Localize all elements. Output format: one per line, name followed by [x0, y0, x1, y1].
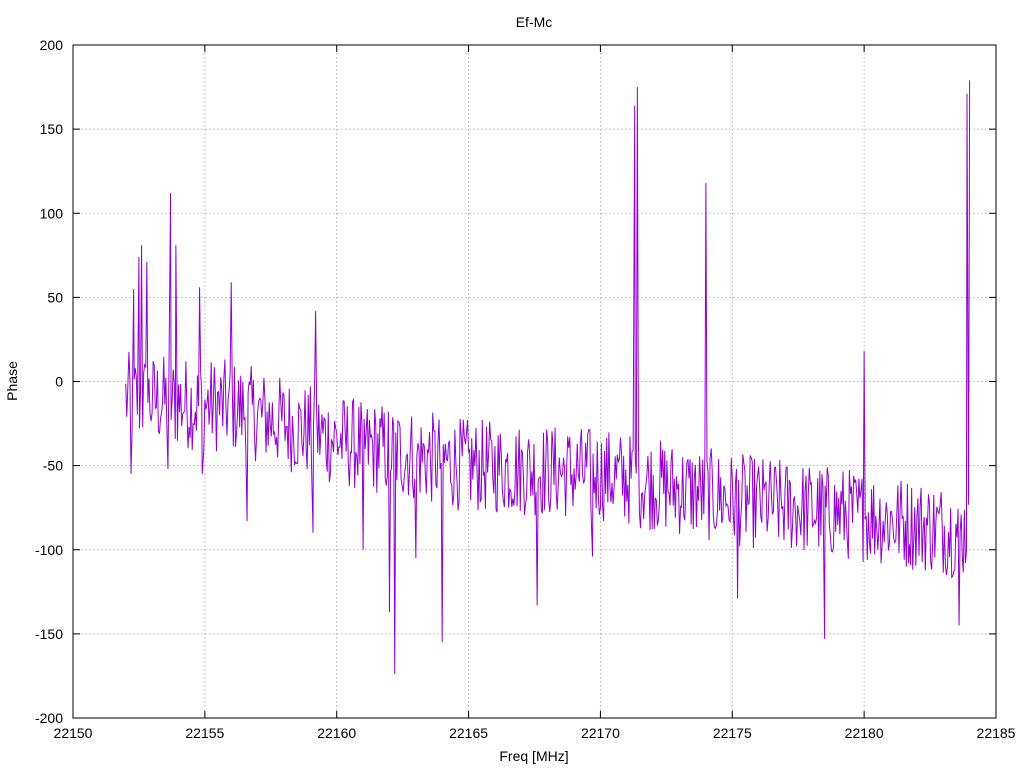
x-tick-label: 22180	[845, 725, 884, 741]
chart-title: Ef-Mc	[516, 14, 553, 30]
x-axis-label: Freq [MHz]	[499, 748, 568, 764]
x-tick-label: 22155	[185, 725, 224, 741]
y-tick-label: 50	[47, 289, 63, 305]
y-tick-label: 100	[40, 205, 64, 221]
y-tick-label: -50	[43, 458, 63, 474]
chart-container: Ef-Mc 22150 22155 22160 22165 22170 22175 2218…	[0, 0, 1024, 768]
x-tick-label: 22160	[317, 725, 356, 741]
y-axis-label: Phase	[4, 361, 20, 401]
y-tick-label: -200	[35, 710, 63, 726]
y-tick-label: 200	[40, 37, 64, 53]
y-tick-label: 0	[55, 374, 63, 390]
x-tick-label: 22150	[54, 725, 93, 741]
y-tick-label: -100	[35, 542, 63, 558]
phase-line-chart: Ef-Mc 22150 22155 22160 22165 22170 22175 2218…	[0, 0, 1024, 768]
x-tick-label: 22185	[977, 725, 1016, 741]
y-tick-label: 150	[40, 121, 64, 137]
chart-background	[0, 0, 1024, 768]
y-tick-label: -150	[35, 626, 63, 642]
x-tick-label: 22165	[449, 725, 488, 741]
x-tick-label: 22170	[581, 725, 620, 741]
x-tick-label: 22175	[713, 725, 752, 741]
